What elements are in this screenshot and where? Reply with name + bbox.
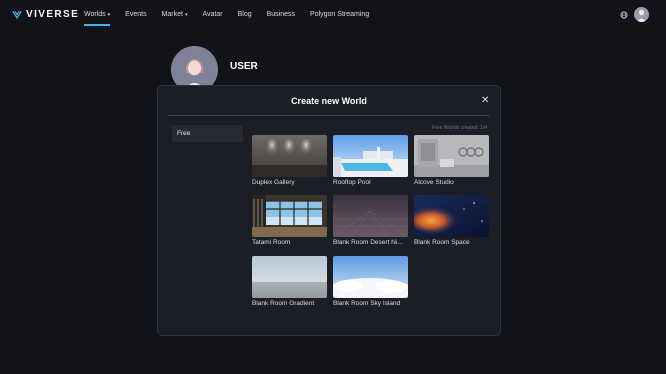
world-thumbnail — [252, 135, 327, 177]
world-card-label: Blank Room Sky Island — [333, 300, 401, 307]
world-card-rooftop-pool[interactable]: Rooftop Pool — [333, 135, 408, 186]
nav-item-worlds[interactable]: Worlds ▾ — [84, 11, 111, 26]
nav-item-label: Business — [266, 11, 296, 18]
nav-item-polygon-streaming[interactable]: Polygon Streaming — [310, 11, 369, 18]
world-card-label: Alcove Studio — [414, 179, 454, 186]
world-card-blank-room-sky-island[interactable]: Blank Room Sky Island — [333, 256, 408, 307]
top-nav: VIVERSE Worlds ▾ Events Market ▾ Avatar Bl… — [0, 0, 666, 30]
tab-label: Free — [177, 130, 191, 137]
logo-text: VIVERSE — [26, 9, 80, 20]
chevron-down-icon: ▾ — [107, 12, 111, 18]
world-thumbnail — [333, 256, 408, 298]
world-card-label: Blank Room Desert Ni... — [333, 239, 403, 246]
free-worlds-created-note: Free Worlds created: 1/4 — [432, 125, 487, 131]
world-card-label: Rooftop Pool — [333, 179, 371, 186]
nav-item-events[interactable]: Events — [125, 11, 146, 18]
nav-item-avatar[interactable]: Avatar — [203, 11, 223, 18]
logo-mark-icon — [12, 10, 22, 19]
world-card-blank-room-space[interactable]: Blank Room Space — [414, 195, 489, 246]
world-card-blank-room-desert-night[interactable]: Blank Room Desert Ni... — [333, 195, 408, 246]
world-card-label: Tatami Room — [252, 239, 291, 246]
globe-icon[interactable] — [620, 11, 628, 19]
world-card-blank-room-gradient[interactable]: Blank Room Gradient — [252, 256, 327, 307]
close-button[interactable]: ✕ — [481, 96, 489, 106]
world-card-label: Duplex Gallery — [252, 179, 295, 186]
nav-item-label: Polygon Streaming — [310, 11, 370, 18]
world-card-label: Blank Room Gradient — [252, 300, 315, 307]
world-card-alcove-studio[interactable]: Alcove Studio — [414, 135, 489, 186]
avatar-figure-icon — [637, 9, 646, 22]
world-thumbnail — [333, 195, 408, 237]
chevron-down-icon: ▾ — [184, 12, 188, 18]
world-thumbnail — [333, 135, 408, 177]
world-card-duplex-gallery[interactable]: Duplex Gallery — [252, 135, 327, 186]
nav-item-label: Avatar — [202, 11, 223, 18]
profile-name: USER — [230, 61, 258, 72]
modal-divider — [168, 115, 490, 116]
nav-item-label: Blog — [237, 11, 252, 18]
nav-item-label: Events — [125, 11, 147, 18]
nav-item-market[interactable]: Market ▾ — [162, 11, 188, 18]
modal-title: Create new World — [291, 96, 367, 106]
close-icon: ✕ — [481, 95, 490, 106]
world-thumbnail — [414, 135, 489, 177]
world-thumbnail — [252, 195, 327, 237]
nav-item-blog[interactable]: Blog — [238, 11, 252, 18]
user-avatar[interactable] — [634, 7, 649, 22]
world-card-tatami-room[interactable]: Tatami Room — [252, 195, 327, 246]
create-world-modal: Create new World ✕ Free Free Worlds crea… — [157, 85, 501, 336]
world-thumbnail — [414, 195, 489, 237]
viverse-logo[interactable]: VIVERSE — [12, 9, 79, 20]
tab-free[interactable]: Free — [172, 125, 243, 142]
nav-item-business[interactable]: Business — [267, 11, 295, 18]
nav-menu: Worlds ▾ Events Market ▾ Avatar Blog Busin… — [84, 11, 384, 26]
world-card-label: Blank Room Space — [414, 239, 470, 246]
nav-item-label: Market — [161, 11, 183, 18]
world-thumbnail — [252, 256, 327, 298]
nav-item-label: Worlds — [84, 11, 106, 18]
